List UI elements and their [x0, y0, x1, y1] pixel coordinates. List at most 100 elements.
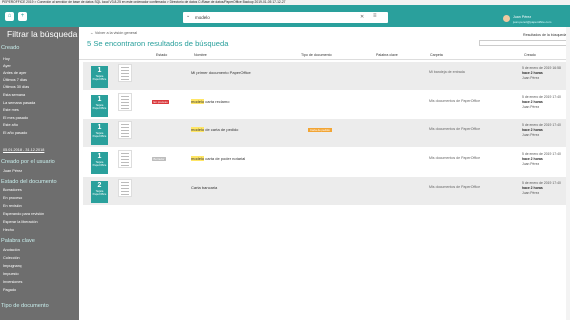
sidebar-filter-item[interactable]: Colección — [3, 256, 20, 260]
created-info: 5 de enero de 2019 16:58 hace 2 horas Juan… — [522, 66, 561, 81]
user-email: juan.perez@paperoffice.com — [513, 19, 552, 24]
table-row[interactable]: 1 Tarjeta PaperOffice Borrador modelo carta… — [83, 148, 570, 176]
sidebar-filter-item[interactable]: Últimos 30 días — [3, 85, 29, 89]
date-range-link[interactable]: 05.01.2018 - 31.12.2018 — [3, 148, 44, 152]
created-by: Juan Pérez — [522, 162, 540, 166]
sidebar-filter-item[interactable]: Esta semana — [3, 93, 25, 97]
table-row[interactable]: 1 Tarjeta PaperOffice Mi primer documento … — [83, 62, 570, 90]
column-header[interactable]: Palabra clave — [376, 53, 398, 57]
column-header[interactable]: Carpeta — [430, 53, 443, 57]
column-header[interactable]: Tipo de documento — [301, 53, 332, 57]
created-by: Juan Pérez — [522, 76, 540, 80]
folder-name: Mis documentos de PaperOffice — [429, 156, 481, 160]
search-highlight: modelo — [191, 156, 205, 161]
clear-icon[interactable]: ✕ — [360, 14, 364, 20]
sidebar-filter-item[interactable]: Impuesto — [3, 272, 19, 276]
created-ago: hace 2 horas — [522, 71, 543, 75]
created-ago: hace 2 horas — [522, 186, 543, 190]
table-row[interactable]: 1 Tarjeta PaperOffice modelo de carta de p… — [83, 119, 570, 147]
sidebar-filter-item[interactable]: Juan Pérez — [3, 169, 22, 173]
created-by: Juan Pérez — [522, 133, 540, 137]
created-ago: hace 2 horas — [522, 128, 543, 132]
sidebar-section-title[interactable]: Tipo de documento — [1, 303, 49, 309]
sidebar-filter-item[interactable]: Anotación — [3, 248, 20, 252]
sidebar-filter-item[interactable]: Ayer — [3, 64, 11, 68]
sidebar-filter-item[interactable]: Hecho — [3, 228, 14, 232]
sidebar-section-title[interactable]: Estado del documento — [1, 179, 57, 185]
document-thumbnail[interactable] — [118, 179, 132, 197]
sidebar-filter-item[interactable]: Pagado — [3, 288, 16, 292]
search-bar[interactable]: ⌄ modelo ✕ ≡ — [183, 12, 388, 23]
created-ago: hace 2 horas — [522, 157, 543, 161]
sidebar-section-title[interactable]: Creado por el usuario — [1, 159, 55, 165]
badge-label: Tarjeta PaperOffice — [92, 161, 107, 168]
back-link[interactable]: ← Volver a la visión general — [90, 31, 137, 35]
search-input[interactable]: modelo — [195, 15, 210, 20]
badge-number: 1 — [97, 124, 102, 131]
document-thumbnail[interactable] — [118, 150, 132, 168]
sidebar-filter-item[interactable]: Antes de ayer — [3, 71, 26, 75]
created-info: 5 de enero de 2019 17:40 hace 2 horas Juan… — [522, 95, 561, 110]
header-divider — [79, 59, 570, 60]
document-name[interactable]: modelo carta reclamo — [191, 99, 229, 104]
sidebar-filter-item[interactable]: Inversiones — [3, 280, 22, 284]
sidebar-filter-item[interactable]: En revisión — [3, 204, 22, 208]
document-name[interactable]: modelo de carta de pedido — [191, 127, 238, 132]
sidebar-section-title[interactable]: Creado — [1, 45, 19, 51]
scrollbar[interactable] — [566, 27, 570, 320]
sidebar-filter-item[interactable]: Borradores — [3, 188, 22, 192]
avatar[interactable] — [503, 15, 510, 22]
sidebar-filter-item[interactable]: Últimos 7 días — [3, 78, 27, 82]
created-by: Juan Pérez — [522, 105, 540, 109]
sidebar-filter-item[interactable]: El mes pasado — [3, 116, 28, 120]
column-header[interactable]: Creado — [524, 53, 536, 57]
sidebar-filter-item[interactable]: Este año — [3, 123, 18, 127]
badge-number: 1 — [97, 153, 102, 160]
created-by: Juan Pérez — [522, 191, 540, 195]
created-info: 5 de enero de 2019 17:40 hace 2 horas Juan… — [522, 152, 561, 167]
sidebar-filter-item[interactable]: Esperando para revisión — [3, 212, 44, 216]
sidebar-filter-item[interactable]: Este mes — [3, 108, 19, 112]
sidebar-filter-item[interactable]: En proceso — [3, 196, 22, 200]
document-badge: 2 Tarjeta PaperOffice — [91, 181, 108, 203]
document-name[interactable]: Mi primer documento PaperOffice — [191, 70, 251, 75]
folder-name: Mis documentos de PaperOffice — [429, 127, 481, 131]
badge-label: Tarjeta PaperOffice — [92, 190, 107, 197]
add-icon[interactable]: + — [18, 12, 27, 21]
document-name-text: carta de poder notarial — [204, 156, 246, 161]
user-name: Juan Pérez — [513, 15, 532, 19]
created-info: 5 de enero de 2019 17:40 hace 2 horas Juan… — [522, 181, 561, 196]
document-thumbnail[interactable] — [118, 64, 132, 82]
sidebar-section-title[interactable]: Palabra clave — [1, 238, 35, 244]
chevron-down-icon[interactable]: ⌄ — [186, 13, 190, 19]
sidebar-filter-item[interactable]: Impugnanç — [3, 264, 22, 268]
document-thumbnail[interactable] — [118, 93, 132, 111]
document-name[interactable]: Carta bancaria — [191, 185, 217, 190]
folder-name: Mi bandeja de entrada — [429, 70, 465, 74]
sort-select[interactable] — [479, 40, 570, 46]
sidebar-filter-item[interactable]: La semana pasada — [3, 101, 35, 105]
results-title: 5 Se encontraron resultados de búsqueda — [87, 39, 229, 48]
filter-icon[interactable]: ≡ — [373, 13, 377, 19]
created-ago: hace 2 horas — [522, 100, 543, 104]
table-row[interactable]: 2 Tarjeta PaperOffice Carta bancaria Mis do… — [83, 177, 570, 205]
badge-number: 1 — [97, 67, 102, 74]
document-thumbnail[interactable] — [118, 121, 132, 139]
document-name[interactable]: modelo carta de poder notarial — [191, 156, 245, 161]
status-badge: En proceso — [152, 100, 170, 104]
document-badge: 1 Tarjeta PaperOffice — [91, 95, 108, 117]
table-row[interactable]: 1 Tarjeta PaperOffice En proceso modelo car… — [83, 91, 570, 119]
document-badge: 1 Tarjeta PaperOffice — [91, 152, 108, 174]
main-content: ← Volver a la visión general 5 Se encont… — [79, 27, 570, 320]
sidebar-filter-item[interactable]: El año pasado — [3, 131, 27, 135]
column-header[interactable]: Nombre — [194, 53, 207, 57]
badge-label: Tarjeta PaperOffice — [92, 104, 107, 111]
badge-number: 2 — [97, 182, 102, 189]
doctype-badge: Carta de pedido — [308, 128, 332, 132]
home-icon[interactable]: ⌂ — [5, 12, 14, 21]
sidebar-filter-item[interactable]: Hoy — [3, 57, 10, 61]
sidebar-filter-item[interactable]: Esperar la liberación — [3, 220, 38, 224]
badge-label: Tarjeta PaperOffice — [92, 75, 107, 82]
column-header[interactable]: Estado — [156, 53, 167, 57]
badge-number: 1 — [97, 96, 102, 103]
